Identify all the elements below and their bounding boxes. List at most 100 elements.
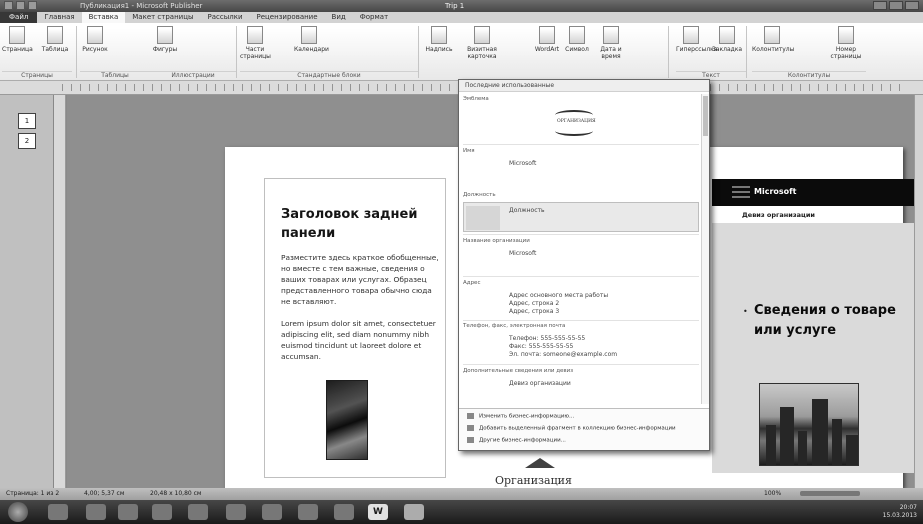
- picture-button[interactable]: Рисунок: [80, 26, 110, 53]
- address-field-label: Адрес: [463, 280, 481, 286]
- city-skyline-photo[interactable]: [759, 383, 859, 466]
- skyline-building: [832, 419, 842, 465]
- menu-item-label: Другие бизнес-информации...: [479, 437, 566, 444]
- tab-mailings[interactable]: Рассылки: [201, 12, 250, 23]
- page-thumbnail-2[interactable]: 2: [18, 133, 36, 149]
- app-icon[interactable]: [334, 504, 354, 520]
- media-player-icon[interactable]: [118, 504, 138, 520]
- app-icon[interactable]: [298, 504, 318, 520]
- header-footer-button[interactable]: Колонтитулы: [752, 26, 795, 53]
- phone-line[interactable]: Телефон: 555-555-55-55: [509, 335, 585, 343]
- table-icon: [47, 26, 63, 44]
- tab-insert[interactable]: Вставка: [81, 12, 126, 23]
- title-banner[interactable]: Microsoft: [712, 179, 915, 206]
- skyline-building: [780, 407, 794, 465]
- publisher-icon[interactable]: [404, 504, 424, 520]
- app-icon[interactable]: [262, 504, 282, 520]
- browser-icon[interactable]: [48, 504, 68, 520]
- title-field-value[interactable]: Должность: [509, 207, 545, 215]
- edit-business-info-item[interactable]: Изменить бизнес-информацию...: [467, 413, 574, 420]
- add-selection-to-gallery-item[interactable]: Добавить выделенный фрагмент в коллекцию…: [467, 425, 676, 432]
- table-button[interactable]: Таблица: [40, 26, 70, 53]
- hyperlink-button[interactable]: Гиперссылка: [676, 26, 717, 53]
- logo-text: ОРГАНИЗАЦИЯ: [557, 119, 596, 124]
- undo-icon[interactable]: [28, 1, 37, 10]
- separator: [746, 26, 747, 78]
- page-parts-button[interactable]: Части страницы: [240, 26, 271, 60]
- text-box-button[interactable]: Надпись: [424, 26, 454, 53]
- system-clock[interactable]: 20:07 15.03.2013: [883, 504, 917, 520]
- back-panel-heading[interactable]: Заголовок задней панели: [281, 205, 421, 243]
- shapes-button[interactable]: Фигуры: [150, 26, 180, 53]
- folder-icon[interactable]: [86, 504, 106, 520]
- business-info-button[interactable]: Визитная карточка: [462, 26, 502, 60]
- app-icon[interactable]: [188, 504, 208, 520]
- app-menu-icon[interactable]: [4, 1, 13, 10]
- separator: [76, 26, 77, 78]
- address-line-2[interactable]: Адрес, строка 2: [509, 300, 559, 308]
- email-line[interactable]: Эл. почта: someone@example.com: [509, 351, 617, 359]
- organization-field-label: Название организации: [463, 238, 530, 244]
- globe-icon: [683, 26, 699, 44]
- field-divider: [463, 276, 699, 277]
- page-thumbnail-1[interactable]: 1: [18, 113, 36, 129]
- skyline-building: [766, 425, 776, 465]
- tab-page-design[interactable]: Макет страницы: [125, 12, 200, 23]
- page-number-button[interactable]: Номер страницы: [826, 26, 866, 60]
- tab-review[interactable]: Рецензирование: [250, 12, 325, 23]
- organization-field-value[interactable]: Microsoft: [509, 250, 536, 258]
- tab-format[interactable]: Формат: [353, 12, 395, 23]
- start-button[interactable]: [8, 502, 28, 522]
- text-box-icon: [431, 26, 447, 44]
- product-heading[interactable]: Сведения о товаре или услуге: [754, 301, 904, 341]
- button-label: Календари: [294, 46, 329, 53]
- banner-title: Microsoft: [754, 187, 797, 196]
- bookmark-button[interactable]: Закладка: [712, 26, 742, 53]
- object-size: 20,48 x 10,80 см: [150, 490, 202, 497]
- app-icon[interactable]: [226, 504, 246, 520]
- scroll-thumb[interactable]: [703, 96, 708, 136]
- name-field-value[interactable]: Microsoft: [509, 160, 536, 168]
- calendars-button[interactable]: Календари: [294, 26, 329, 53]
- zoom-slider[interactable]: [800, 491, 860, 496]
- motto-field-value[interactable]: Девиз организации: [509, 380, 571, 388]
- lorem-paragraph[interactable]: Lorem ipsum dolor sit amet, consectetuer…: [281, 318, 439, 362]
- fax-line[interactable]: Факс: 555-555-55-55: [509, 343, 573, 351]
- organization-logo[interactable]: ОРГАНИЗАЦИЯ: [549, 110, 601, 136]
- word-icon[interactable]: W: [368, 504, 388, 520]
- title-field-label: Должность: [463, 192, 496, 198]
- status-bar: Страница: 1 из 2 4,00; 5,37 см 20,48 x 1…: [0, 488, 923, 500]
- minimize-button[interactable]: [873, 1, 887, 10]
- header-icon: [764, 26, 780, 44]
- back-panel-body[interactable]: Разместите здесь краткое обобщенные, но …: [281, 252, 439, 307]
- night-road-photo[interactable]: [326, 380, 368, 460]
- symbol-button[interactable]: Символ: [562, 26, 592, 53]
- page-button[interactable]: Страница: [2, 26, 33, 53]
- bullet-icon: •: [743, 307, 748, 316]
- gallery-footer: Изменить бизнес-информацию... Добавить в…: [459, 408, 709, 450]
- organization-label[interactable]: Организация: [495, 474, 572, 487]
- chrome-icon[interactable]: [152, 504, 172, 520]
- selected-field-highlight[interactable]: [463, 202, 699, 232]
- page-navigation-panel: 1 2: [0, 95, 54, 488]
- page-indicator[interactable]: Страница: 1 из 2: [6, 488, 59, 500]
- wordart-button[interactable]: WordArt: [532, 26, 562, 53]
- close-button[interactable]: [905, 1, 919, 10]
- motto-field-label: Дополнительные сведения или девиз: [463, 368, 574, 374]
- maximize-button[interactable]: [889, 1, 903, 10]
- tab-view[interactable]: Вид: [325, 12, 353, 23]
- more-business-info-item[interactable]: Другие бизнес-информации...: [467, 437, 566, 444]
- button-label: Закладка: [712, 46, 743, 53]
- address-line-3[interactable]: Адрес, строка 3: [509, 308, 559, 316]
- more-icon: [467, 437, 474, 443]
- save-icon[interactable]: [16, 1, 25, 10]
- organization-motto[interactable]: Девиз организации: [742, 211, 815, 219]
- tab-home[interactable]: Главная: [37, 12, 81, 23]
- calendar-clock-icon: [603, 26, 619, 44]
- tab-file[interactable]: Файл: [0, 12, 38, 23]
- address-line-1[interactable]: Адрес основного места работы: [509, 292, 608, 300]
- gallery-scrollbar[interactable]: [701, 94, 709, 404]
- button-label: Колонтитулы: [752, 46, 795, 53]
- vertical-scrollbar[interactable]: [914, 95, 923, 488]
- date-time-button[interactable]: Дата и время: [596, 26, 626, 60]
